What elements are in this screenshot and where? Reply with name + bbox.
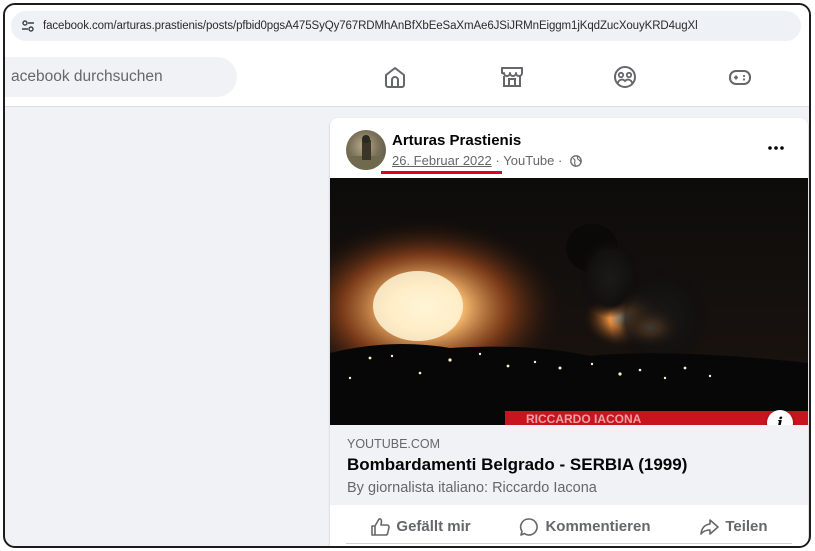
- like-label: Gefällt mir: [396, 518, 471, 535]
- overlay-caption: RICCARDO IACONA: [526, 412, 642, 425]
- post-card: Arturas Prastienis 26. Februar 2022 · Yo…: [330, 118, 808, 546]
- author-name[interactable]: Arturas Prastienis: [392, 132, 521, 149]
- author-avatar[interactable]: [346, 130, 386, 170]
- meta-separator: ·: [491, 153, 504, 168]
- red-annotation-underline: [381, 171, 502, 174]
- comment-button[interactable]: Kommentieren: [519, 517, 650, 537]
- browser-window: facebook.com/arturas.prastienis/posts/pf…: [3, 3, 811, 548]
- comment-label: Kommentieren: [545, 518, 651, 535]
- post-date[interactable]: 26. Februar 2022: [392, 153, 492, 168]
- search-placeholder: acebook durchsuchen: [11, 68, 163, 85]
- gaming-icon[interactable]: [727, 64, 753, 90]
- marketplace-icon[interactable]: [499, 64, 525, 90]
- like-button[interactable]: Gefällt mir: [370, 517, 471, 537]
- share-icon: [700, 518, 720, 535]
- share-button[interactable]: Teilen: [699, 517, 768, 537]
- link-preview[interactable]: YOUTUBE.COM Bombardamenti Belgrado - SER…: [330, 425, 808, 505]
- thumbs-up-icon: [371, 517, 391, 536]
- post-meta: 26. Februar 2022 · YouTube ·: [392, 153, 582, 168]
- link-description: By giornalista italiano: Riccardo Iacona: [347, 480, 597, 496]
- comment-icon: [520, 517, 539, 536]
- home-icon[interactable]: [382, 64, 408, 90]
- link-title[interactable]: Bombardamenti Belgrado - SERBIA (1999): [347, 455, 687, 475]
- groups-icon[interactable]: [612, 64, 638, 90]
- more-icon[interactable]: [766, 138, 786, 158]
- globe-icon: [570, 154, 582, 167]
- post-actions: Gefällt mir Kommentieren Teilen: [346, 510, 792, 544]
- link-domain: YOUTUBE.COM: [347, 437, 441, 451]
- url-text[interactable]: facebook.com/arturas.prastienis/posts/pf…: [43, 20, 698, 32]
- video-thumbnail[interactable]: RICCARDO IACONA: [330, 178, 808, 425]
- meta-separator-2: ·: [554, 153, 566, 168]
- tune-icon[interactable]: [21, 19, 35, 33]
- facebook-header: acebook durchsuchen: [5, 47, 809, 107]
- address-bar: facebook.com/arturas.prastienis/posts/pf…: [5, 5, 809, 47]
- url-field[interactable]: facebook.com/arturas.prastienis/posts/pf…: [11, 11, 801, 41]
- share-label: Teilen: [725, 518, 768, 535]
- post-source: YouTube: [503, 153, 555, 168]
- facebook-search-input[interactable]: acebook durchsuchen: [5, 57, 237, 97]
